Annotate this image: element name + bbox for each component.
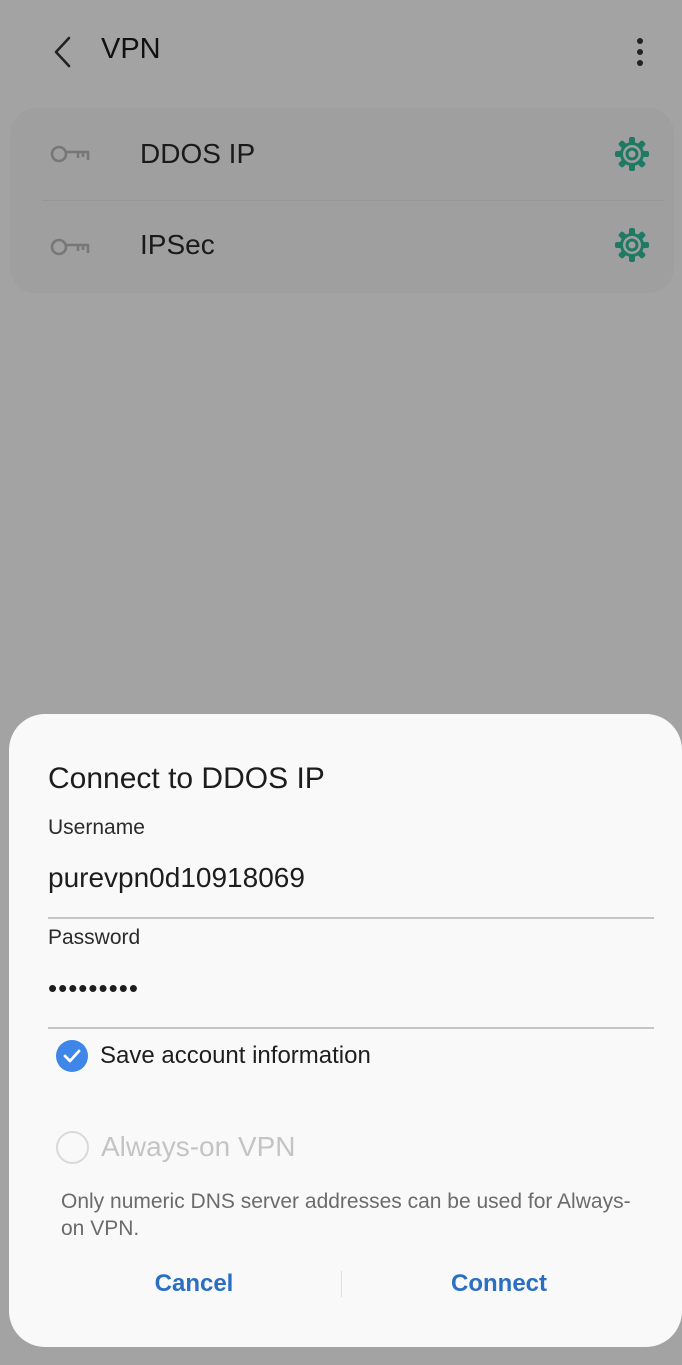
connect-dialog: Connect to DDOS IP Username Password Sav… <box>9 714 682 1347</box>
password-field[interactable] <box>48 968 654 1008</box>
vpn-profile-list: DDOS IP IPSec <box>10 108 674 293</box>
radio-circle-icon <box>56 1130 89 1164</box>
back-button[interactable] <box>40 30 84 74</box>
more-options-button[interactable] <box>620 30 660 74</box>
vpn-profile-row[interactable]: IPSec <box>10 201 674 293</box>
app-bar: VPN <box>0 0 682 104</box>
gear-icon[interactable] <box>614 136 650 172</box>
page-title: VPN <box>101 33 161 65</box>
always-on-vpn-label: Always-on VPN <box>101 1131 296 1162</box>
key-icon <box>50 238 90 256</box>
checkmark-icon <box>56 1040 88 1072</box>
password-label: Password <box>48 926 141 949</box>
password-underline <box>48 1027 654 1029</box>
always-on-vpn-radio: Always-on VPN <box>56 1128 296 1166</box>
save-account-checkbox[interactable]: Save account information <box>56 1038 371 1074</box>
username-field[interactable] <box>48 858 654 898</box>
vpn-screen: VPN DDOS IP IPSec Connect to DDOS IP Use… <box>0 0 682 1365</box>
more-vertical-icon <box>637 38 643 66</box>
vpn-profile-name: DDOS IP <box>140 138 256 169</box>
username-underline <box>48 917 654 919</box>
vpn-profile-name: IPSec <box>140 229 215 260</box>
dialog-title: Connect to DDOS IP <box>48 762 325 795</box>
chevron-left-icon <box>54 36 71 68</box>
cancel-button[interactable]: Cancel <box>109 1260 279 1308</box>
button-divider <box>341 1271 342 1297</box>
key-icon <box>50 145 90 163</box>
username-label: Username <box>48 816 145 839</box>
dns-help-text: Only numeric DNS server addresses can be… <box>61 1190 631 1240</box>
save-account-label: Save account information <box>100 1042 371 1069</box>
gear-icon[interactable] <box>614 227 650 263</box>
vpn-profile-row[interactable]: DDOS IP <box>10 108 674 200</box>
connect-button[interactable]: Connect <box>419 1260 579 1308</box>
